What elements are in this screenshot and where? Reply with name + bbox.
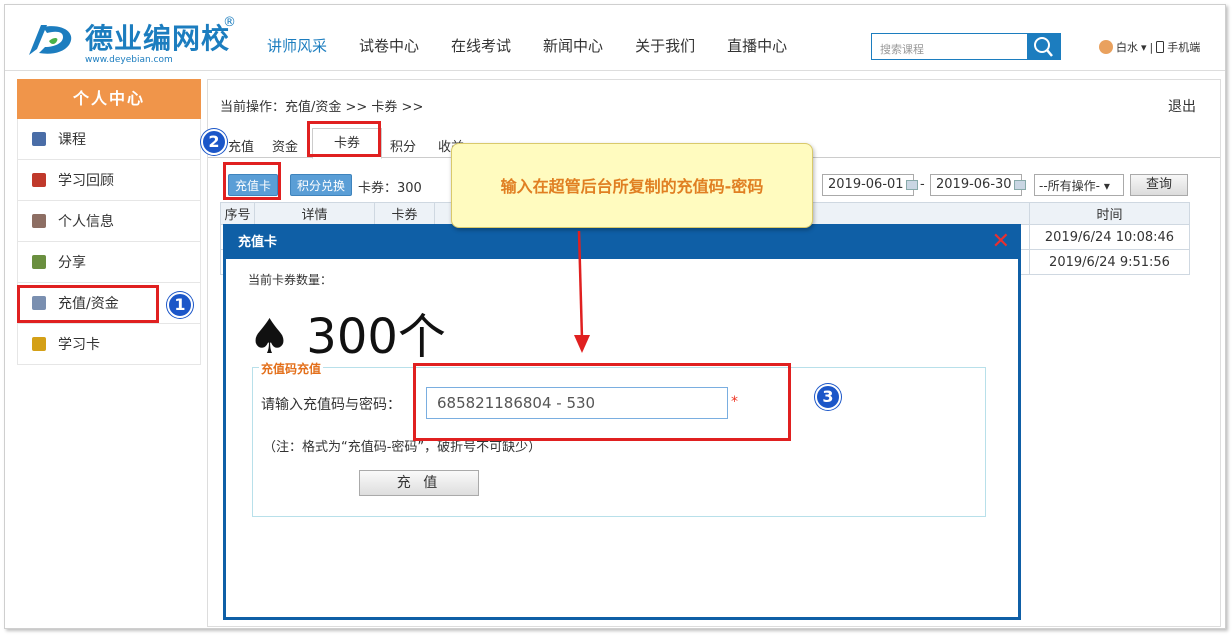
sidebar-item-label: 课程 — [58, 132, 86, 148]
main-nav: 讲师风采 试卷中心 在线考试 新闻中心 关于我们 直播中心 — [267, 35, 819, 56]
col-header-index: 序号 — [220, 202, 255, 225]
sidebar-item-courses[interactable]: 课程 — [17, 119, 201, 160]
tab-points[interactable]: 积分 — [390, 136, 416, 155]
search-icon — [1034, 37, 1053, 57]
mobile-link[interactable]: 手机端 — [1167, 39, 1200, 55]
sidebar-item-review[interactable]: 学习回顾 — [17, 160, 201, 201]
logout-link[interactable]: 退出 — [1168, 96, 1196, 116]
share-icon — [32, 255, 46, 269]
tab-funds[interactable]: 资金 — [272, 136, 298, 155]
instruction-callout: 输入在超管后台所复制的充值码-密码 — [451, 143, 813, 228]
highlight-code-input — [413, 363, 791, 441]
sidebar-title: 个人中心 — [17, 79, 201, 119]
points-exchange-button[interactable]: 积分兑换 — [290, 174, 353, 196]
bar-chart-icon — [32, 173, 46, 187]
arrow-down-icon — [574, 231, 590, 353]
logo-text: 德业编网校 — [85, 22, 231, 55]
search-input[interactable]: 搜索课程 — [871, 33, 1028, 60]
avatar — [1099, 40, 1113, 54]
user-name: 白水 — [1116, 41, 1138, 54]
sidebar-item-label: 学习回顾 — [58, 173, 114, 189]
fieldset-legend: 充值码充值 — [259, 360, 324, 377]
nav-item-lecturers[interactable]: 讲师风采 — [267, 35, 327, 56]
date-from-value: 2019-06-01 — [828, 177, 904, 192]
date-separator: - — [920, 177, 925, 192]
breadcrumb: 当前操作：充值/资金 >> 卡券 >> — [220, 100, 424, 115]
sidebar-item-label: 个人信息 — [58, 214, 114, 230]
dialog-titlebar: 充值卡 ✕ — [226, 227, 1018, 259]
nav-item-news[interactable]: 新闻中心 — [543, 35, 603, 56]
site-logo[interactable]: 德业编网校 ® www.deyebian.com — [23, 15, 243, 65]
col-header-detail: 详情 — [254, 202, 375, 225]
step-marker-1: 1 — [167, 292, 193, 318]
top-navbar: 德业编网校 ® www.deyebian.com 讲师风采 试卷中心 在线考试 … — [5, 5, 1225, 71]
row-time: 2019/6/24 10:08:46 — [1029, 224, 1190, 250]
book-icon — [32, 132, 46, 146]
highlight-recharge-card-button — [223, 162, 281, 200]
card-count: 卡券：300 — [358, 181, 422, 196]
code-label: 请输入充值码与密码： — [261, 397, 401, 413]
card-qty-value: ♠ 300个 — [248, 309, 446, 365]
calendar-icon — [905, 179, 918, 190]
query-button[interactable]: 查询 — [1130, 174, 1188, 196]
screenshot-frame: 德业编网校 ® www.deyebian.com 讲师风采 试卷中心 在线考试 … — [4, 4, 1226, 629]
step-marker-3: 3 — [815, 384, 841, 410]
logo-registered-mark: ® — [223, 15, 236, 30]
separator: | — [1149, 40, 1154, 54]
highlight-recharge-menu — [17, 285, 159, 323]
chevron-down-icon: ▾ — [1141, 40, 1147, 54]
nav-item-live[interactable]: 直播中心 — [727, 35, 787, 56]
tab-recharge[interactable]: 充值 — [228, 136, 254, 155]
user-menu[interactable]: 白水 ▾ | 手机端 — [1099, 39, 1200, 55]
recharge-submit-button[interactable]: 充 值 — [359, 470, 479, 496]
calendar-icon — [1013, 179, 1026, 190]
dialog-title: 充值卡 — [238, 235, 278, 250]
logo-mark-icon — [29, 25, 72, 55]
logo-url: www.deyebian.com — [85, 55, 173, 65]
sidebar-item-profile[interactable]: 个人信息 — [17, 201, 201, 242]
date-to-value: 2019-06-30 — [936, 177, 1012, 192]
sidebar-item-study-card[interactable]: 学习卡 — [17, 324, 201, 365]
sidebar: 个人中心 课程 学习回顾 个人信息 分享 充值/资金 学习卡 — [17, 79, 201, 369]
operation-select[interactable]: --所有操作- ▾ — [1034, 174, 1124, 196]
sidebar-item-share[interactable]: 分享 — [17, 242, 201, 283]
highlight-cards-tab — [307, 121, 381, 157]
date-to-input[interactable]: 2019-06-30 — [930, 174, 1026, 196]
sidebar-item-label: 学习卡 — [58, 337, 100, 353]
col-header-time: 时间 — [1029, 202, 1190, 225]
mobile-icon — [1156, 41, 1165, 53]
user-icon — [32, 214, 46, 228]
card-qty-label: 当前卡券数量： — [248, 273, 333, 287]
close-icon[interactable]: ✕ — [992, 230, 1010, 254]
sidebar-item-label: 分享 — [58, 255, 86, 271]
date-from-input[interactable]: 2019-06-01 — [822, 174, 918, 196]
search-button[interactable] — [1027, 33, 1061, 60]
nav-item-papers[interactable]: 试卷中心 — [359, 35, 419, 56]
nav-item-about[interactable]: 关于我们 — [635, 35, 695, 56]
card-icon — [32, 337, 46, 351]
row-time: 2019/6/24 9:51:56 — [1029, 249, 1190, 275]
col-header-card: 卡券 — [374, 202, 435, 225]
step-marker-2: 2 — [201, 129, 227, 155]
nav-item-exam[interactable]: 在线考试 — [451, 35, 511, 56]
operation-select-value: --所有操作- — [1039, 179, 1100, 193]
